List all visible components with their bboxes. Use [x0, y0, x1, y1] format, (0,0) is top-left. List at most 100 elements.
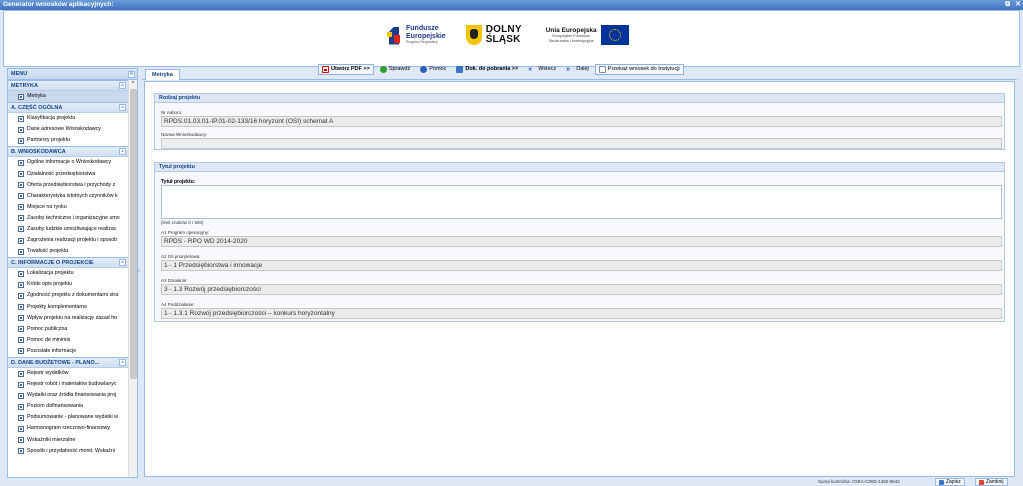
menu-item[interactable]: Krótki opis projektu	[8, 279, 129, 290]
form-icon	[18, 370, 24, 377]
form-icon	[18, 425, 24, 432]
splitter-arrow-icon[interactable]: ›	[138, 268, 140, 274]
collapse-group-icon[interactable]: ^	[119, 259, 126, 267]
scroll-up-icon[interactable]: ^	[129, 80, 137, 88]
menu-item[interactable]: Pomoc de minimis	[8, 335, 129, 346]
menu-item[interactable]: Działalność przedsiębiorstwa	[8, 168, 129, 179]
menu-item-label: Wydatki oraz źródła finansowania proj	[27, 392, 117, 399]
menu-item[interactable]: Wskaźniki mierzalne	[8, 435, 129, 446]
tytul-textarea[interactable]	[161, 185, 1002, 219]
menu-item[interactable]: Miejsce na rynku	[8, 202, 129, 213]
form-icon	[18, 115, 24, 122]
menu-item[interactable]: Podsumowanie - planowane wydatki w	[8, 412, 129, 423]
menu-item[interactable]: Metryka	[8, 91, 129, 103]
nabor-field: RPDS.01.03.01-IP.01-02-133/16 horyzont (…	[161, 116, 1002, 127]
menu-group: A. CZĘŚĆ OGÓLNA ^ Klasyfikacja projektu Dan…	[8, 102, 129, 146]
menu-item-label: Projekty komplementarne	[27, 303, 88, 310]
collapse-group-icon[interactable]: ^	[119, 104, 126, 112]
menu-item[interactable]: Klasyfikacja projektu	[8, 113, 129, 124]
menu-item-label: Pomoc de minimis	[27, 336, 71, 343]
save-button[interactable]: Zapisz	[935, 478, 965, 486]
menu-group-header[interactable]: METRYKA ^	[8, 80, 129, 91]
menu-item-label: Metryka	[27, 93, 46, 100]
menu-scrollbar[interactable]: ^	[128, 80, 137, 477]
form-icon	[18, 448, 24, 455]
collapse-menu-icon[interactable]: «	[128, 71, 135, 78]
form-icon	[18, 248, 24, 255]
menu-item[interactable]: Wydatki oraz źródła finansowania proj	[8, 390, 129, 401]
form-icon	[18, 93, 24, 100]
section-tytul-projektu: Tytuł projektu Tytuł projektu: (limit zn…	[154, 162, 1005, 322]
menu-item[interactable]: Charakterystyka istotnych czynników k	[8, 191, 129, 202]
menu-item[interactable]: Zasoby techniczne i organizacyjne umo	[8, 213, 129, 224]
menu-item-label: Krótki opis projektu	[27, 281, 73, 288]
collapse-group-icon[interactable]: ^	[119, 148, 126, 156]
menu-item[interactable]: Trwałość projektu	[8, 246, 129, 257]
menu-item[interactable]: Rejestr robót i materiałów budowlanyc	[8, 379, 129, 390]
menu-item[interactable]: Partnerzy projektu	[8, 135, 129, 146]
scrollbar-thumb[interactable]	[130, 89, 137, 379]
menu-item[interactable]: Oferta przedsiębiorstwa i przychody z	[8, 180, 129, 191]
menu-tree: METRYKA ^ Metryka A. CZĘŚĆ OGÓLNA ^ Klasyfika…	[8, 80, 129, 477]
menu-item[interactable]: Sposób i przydatność monit. Wskaźni	[8, 446, 129, 457]
menu-item[interactable]: Projekty komplementarne	[8, 302, 129, 313]
menu-item[interactable]: Wpływ projektu na realizację zasad ho	[8, 313, 129, 324]
collapse-group-icon[interactable]: ^	[119, 82, 126, 89]
menu-item[interactable]: Harmonogram rzeczowo-finansowy	[8, 423, 129, 434]
menu-item[interactable]: Zagrożenia realizacji projektu i sposob	[8, 235, 129, 246]
content-area: Metryka Rodzaj projektu Nr naboru: RPDS.…	[142, 68, 1017, 478]
form-icon	[18, 403, 24, 410]
tab-metryka[interactable]: Metryka	[145, 69, 180, 80]
menu-item[interactable]: Poziom dofinansowania	[8, 401, 129, 412]
menu-item[interactable]: Rejestr wydatków	[8, 368, 129, 379]
ue-title: Unia Europejska	[545, 26, 597, 34]
menu-item-label: Działalność przedsiębiorstwa	[27, 170, 96, 177]
menu-item-label: Zasoby techniczne i organizacyjne umo	[27, 214, 120, 221]
menu-item-label: Rejestr wydatków	[27, 370, 69, 377]
menu-item[interactable]: Zasoby ludzkie umożliwiające realizac	[8, 224, 129, 235]
menu-group-header[interactable]: A. CZĘŚĆ OGÓLNA ^	[8, 102, 129, 114]
ue-sub2: Strukturalne i Inwestycyjne	[548, 38, 594, 43]
close-button[interactable]: Zamknij	[975, 478, 1008, 486]
menu-group: METRYKA ^ Metryka	[8, 80, 129, 103]
menu-group-title: D. DANE BUDŻETOWE - PLANO...	[11, 359, 100, 366]
form-icon	[18, 226, 24, 233]
wnioskodawca-label: Nazwa Wnioskodawcy:	[161, 132, 208, 137]
a4-field: 1 - 1.3.1 Rozwój przedsiębiorczości – ko…	[161, 308, 1002, 319]
form-icon	[18, 392, 24, 399]
char-limit-text: (limit znaków 0 / 500)	[161, 220, 204, 225]
menu-group: C. INFORMACJE O PROJEKCIE ^ Lokalizacja pr…	[8, 257, 129, 357]
menu-group-header[interactable]: D. DANE BUDŻETOWE - PLANO... ^	[8, 356, 129, 368]
menu-item-label: Oferta przedsiębiorstwa i przychody z	[27, 181, 116, 188]
wnioskodawca-field	[161, 138, 1002, 149]
form-icon	[18, 182, 24, 189]
menu-group-header[interactable]: B. WNIOSKODAWCA ^	[8, 146, 129, 158]
menu-item[interactable]: Zgodność projektu z dokumentami stra	[8, 290, 129, 301]
form-icon	[18, 159, 24, 166]
section-title: Tytuł projektu	[155, 163, 1004, 172]
form-icon	[18, 414, 24, 421]
menu-item[interactable]: Pomoc publiczna	[8, 324, 129, 335]
menu-group-header[interactable]: C. INFORMACJE O PROJEKCIE ^	[8, 257, 129, 269]
menu-group-title: B. WNIOSKODAWCA	[11, 149, 66, 156]
fe-line1: Fundusze	[406, 25, 439, 33]
menu-item[interactable]: Ogólne informacje o Wnioskodawcy	[8, 157, 129, 168]
menu-item[interactable]: Pozostałe informacje	[8, 346, 129, 357]
restore-icon[interactable]: ⧉	[1005, 1, 1010, 8]
menu-group-title: C. INFORMACJE O PROJEKCIE	[11, 260, 94, 267]
checksum-text: Suma kontrolna: C5EA-C00D-1482-0542	[818, 479, 900, 484]
form-icon	[18, 126, 24, 133]
form-icon	[18, 204, 24, 211]
form-icon	[18, 270, 24, 277]
menu-item[interactable]: Dane adresowe Wnioskodawcy	[8, 124, 129, 135]
a2-label: A2 Oś priorytetowa:	[161, 254, 201, 259]
form-icon	[18, 281, 24, 288]
app-header: Fundusze Europejskie Program Regionalny …	[3, 10, 1020, 75]
window-controls: ⧉ ✕	[1002, 0, 1021, 10]
close-icon[interactable]: ✕	[1015, 1, 1021, 8]
menu-item-label: Poziom dofinansowania	[27, 403, 83, 410]
collapse-group-icon[interactable]: ^	[119, 358, 126, 366]
menu-item[interactable]: Lokalizacja projektu	[8, 268, 129, 279]
a1-label: A1 Program operacyjny:	[161, 230, 210, 235]
menu-panel: MENU « METRYKA ^ Metryka A. CZĘŚĆ OGÓLNA ^ Kl…	[7, 68, 138, 478]
